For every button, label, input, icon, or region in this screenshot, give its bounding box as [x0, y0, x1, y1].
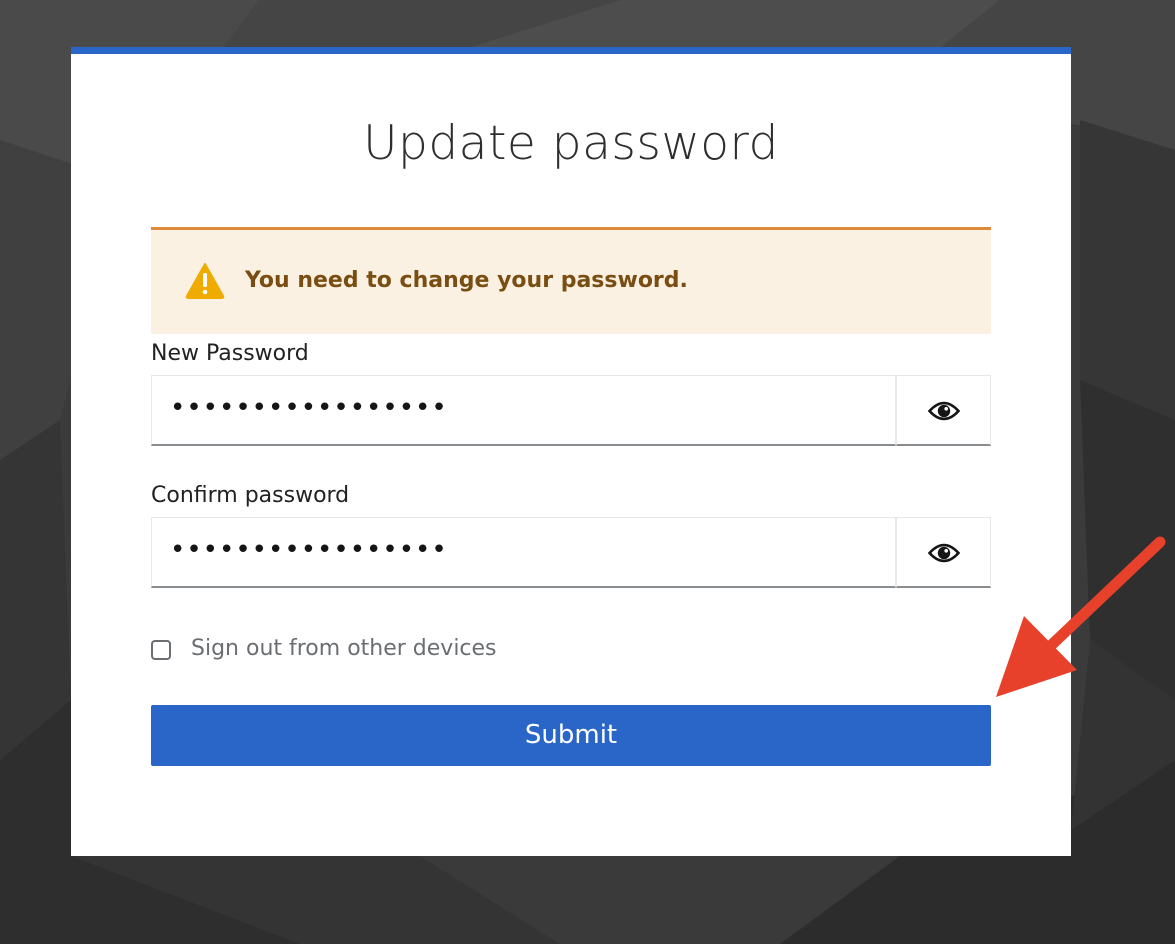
- warning-alert: You need to change your password.: [151, 227, 991, 334]
- update-password-card: Update password You need to change your …: [71, 47, 1071, 856]
- confirm-password-label: Confirm password: [151, 483, 350, 508]
- new-password-label: New Password: [151, 341, 309, 366]
- alert-message: You need to change your password.: [245, 268, 688, 293]
- sign-out-other-devices-label[interactable]: Sign out from other devices: [191, 636, 497, 661]
- annotation-arrow-icon: [996, 536, 1166, 697]
- new-password-value: •••••••••••••••••: [170, 393, 448, 423]
- new-password-group: •••••••••••••••••: [151, 375, 991, 446]
- eye-icon: [928, 401, 960, 421]
- submit-button[interactable]: Submit: [151, 705, 991, 766]
- eye-icon: [928, 543, 960, 563]
- warning-triangle-icon: [185, 263, 225, 299]
- confirm-password-input[interactable]: •••••••••••••••••: [151, 517, 896, 588]
- confirm-password-value: •••••••••••••••••: [170, 535, 448, 565]
- confirm-password-group: •••••••••••••••••: [151, 517, 991, 588]
- sign-out-other-devices-checkbox[interactable]: [151, 640, 171, 660]
- page-title: Update password: [363, 116, 779, 171]
- show-new-password-button[interactable]: [896, 375, 991, 446]
- show-confirm-password-button[interactable]: [896, 517, 991, 588]
- new-password-input[interactable]: •••••••••••••••••: [151, 375, 896, 446]
